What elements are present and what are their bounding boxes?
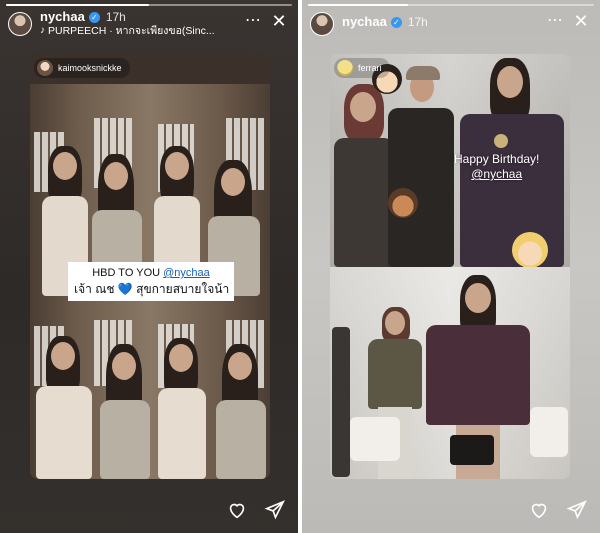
username[interactable]: nychaa xyxy=(40,10,85,24)
more-options-icon[interactable]: ⋯ xyxy=(242,10,264,32)
story-progress-fill xyxy=(6,4,149,6)
story-right[interactable]: nychaa ✓ 17h ⋯ ✕ Happy Birthday! @nychaa… xyxy=(302,0,600,533)
avatar xyxy=(37,60,53,76)
send-icon[interactable] xyxy=(566,499,588,521)
emoji-sticker xyxy=(388,188,418,218)
username[interactable]: nychaa xyxy=(342,15,387,29)
emoji-sticker xyxy=(512,232,548,267)
post-time: 17h xyxy=(407,15,428,29)
story-progress-bar xyxy=(6,4,292,6)
caption-line2-suffix: สุขกายสบายใจน้า xyxy=(136,282,230,296)
story-header: nychaa ✓ 17h ⋯ ✕ xyxy=(310,10,592,40)
reshare-author-username: ferrari xyxy=(358,63,382,73)
birthday-text: Happy Birthday! @nychaa xyxy=(454,152,539,182)
story-photo-bottom xyxy=(330,267,570,479)
avatar xyxy=(337,60,353,76)
reshared-story-card[interactable]: Happy Birthday! @nychaa ferrari xyxy=(330,54,570,479)
story-progress-fill xyxy=(308,4,409,6)
more-options-icon[interactable]: ⋯ xyxy=(544,10,566,32)
close-icon[interactable]: ✕ xyxy=(570,10,592,32)
avatar[interactable] xyxy=(8,12,32,36)
caption-textbox: HBD TO YOU @nychaa เจ้า ณช 💙 สุขกายสบายใ… xyxy=(68,262,234,301)
reshare-author-username: kaimooksnickke xyxy=(58,63,122,73)
blue-heart-icon: 💙 xyxy=(117,282,133,296)
birthday-line: Happy Birthday! xyxy=(454,152,540,166)
story-header: nychaa ✓ 17h ♪ PURPEECH · หากจะเพียงขอ(S… xyxy=(8,10,290,40)
story-photo-top: Happy Birthday! @nychaa xyxy=(330,54,570,267)
mention-link[interactable]: @nychaa xyxy=(163,267,210,279)
verified-icon: ✓ xyxy=(390,16,402,28)
reshared-story-card[interactable]: kaimooksnickke HBD TO YOU @nychaa เจ้า ณ… xyxy=(30,54,270,479)
story-left[interactable]: nychaa ✓ 17h ♪ PURPEECH · หากจะเพียงขอ(S… xyxy=(0,0,298,533)
story-actions xyxy=(528,499,588,521)
reshare-author-chip[interactable]: kaimooksnickke xyxy=(34,58,130,78)
story-photo-bottom xyxy=(30,296,270,479)
post-time: 17h xyxy=(105,10,126,24)
story-progress-bar xyxy=(308,4,594,6)
music-title: PURPEECH · หากจะเพียงขอ(Sinc... xyxy=(48,25,215,37)
story-actions xyxy=(226,499,286,521)
reshare-author-chip[interactable]: ferrari xyxy=(334,58,390,78)
close-icon[interactable]: ✕ xyxy=(268,10,290,32)
heart-icon[interactable] xyxy=(226,499,248,521)
mention-link[interactable]: @nychaa xyxy=(454,167,539,182)
heart-icon[interactable] xyxy=(528,499,550,521)
verified-icon: ✓ xyxy=(88,11,100,23)
caption-line2-prefix: เจ้า ณช xyxy=(74,282,115,296)
send-icon[interactable] xyxy=(264,499,286,521)
avatar[interactable] xyxy=(310,12,334,36)
music-label[interactable]: ♪ PURPEECH · หากจะเพียงขอ(Sinc... xyxy=(40,24,238,38)
caption-line1: HBD TO YOU xyxy=(92,267,161,279)
music-icon: ♪ xyxy=(40,25,45,36)
